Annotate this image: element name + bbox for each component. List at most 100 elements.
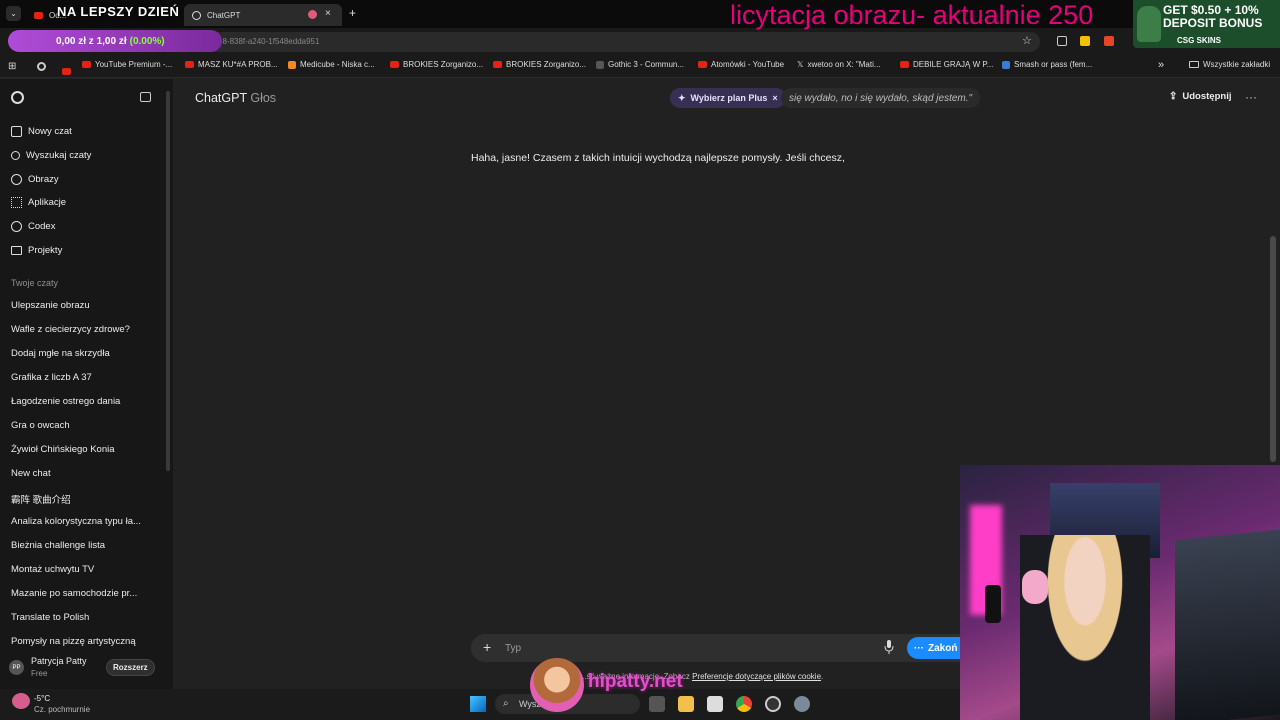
close-icon[interactable]: × (772, 93, 777, 103)
weather-icon[interactable] (12, 693, 30, 709)
end-voice-button[interactable]: ··· Zakoń (907, 637, 967, 659)
choose-plan-button[interactable]: ✦ Wybierz plan Plus × (670, 88, 786, 108)
bookmark-item[interactable]: BROKIES Zorganizo... (493, 60, 586, 69)
bookmark-item[interactable]: Medicube - Niska c... (288, 60, 375, 69)
apps-grid-icon[interactable]: ⊞ (8, 61, 16, 72)
site-icon (288, 60, 296, 69)
chat-list-item[interactable]: Bieżnia challenge lista (11, 540, 105, 551)
code-icon (11, 221, 22, 232)
sidebar-item-label: Wyszukaj czaty (26, 150, 92, 161)
chevron-right-icon[interactable]: » (1158, 59, 1164, 71)
sidebar-item-new-chat[interactable]: Nowy czat (11, 126, 72, 137)
bookmark-item[interactable]: MASZ KU*#A PROB... (185, 60, 278, 69)
page-title[interactable]: ChatGPT Głos (195, 91, 276, 105)
extension-icon[interactable] (1080, 36, 1090, 46)
more-options-icon[interactable]: ··· (1245, 90, 1257, 104)
chat-list-item[interactable]: Wafle z ciecierzycy zdrowe? (11, 324, 130, 335)
folder-icon (1189, 61, 1199, 68)
search-icon (11, 151, 20, 160)
assistant-message: Haha, jasne! Czasem z takich intuicji wy… (471, 152, 845, 164)
bookmark-item[interactable]: Gothic 3 - Commun... (596, 60, 684, 69)
bookmark-item[interactable]: DEBILE GRAJĄ W P... (900, 60, 993, 69)
sidebar-toggle-icon[interactable] (140, 92, 151, 102)
bookmark-item[interactable]: 𝕏xwetoo on X: "Mati... (797, 60, 881, 69)
bookmark-item[interactable]: YouTube Premium -... (82, 60, 172, 69)
chat-list-item[interactable]: Dodaj mgłe na skrzydła (11, 348, 110, 359)
chat-list-item[interactable]: Translate to Polish (11, 612, 89, 623)
task-view-icon[interactable] (649, 696, 665, 712)
streamer-logo-text: hipatty.net (588, 671, 683, 692)
chat-list-item[interactable]: Łagodzenie ostrego dania (11, 396, 120, 407)
start-icon[interactable] (470, 696, 486, 712)
bookmark-label: YouTube Premium -... (95, 60, 173, 69)
youtube-icon (390, 61, 399, 68)
chat-list-item[interactable]: 霸阵 歌曲介绍 (11, 492, 71, 506)
chat-list-item[interactable]: Żywioł Chińskiego Konia (11, 444, 115, 455)
extension-icon[interactable] (1104, 36, 1114, 46)
apps-icon (11, 197, 22, 208)
openai-logo-icon[interactable] (11, 91, 24, 104)
close-tab-icon[interactable]: × (325, 8, 331, 19)
cookie-preferences-link[interactable]: Preferencje dotyczące plików cookie (692, 672, 821, 681)
sidebar-item-projects[interactable]: Projekty (11, 245, 62, 256)
chat-list-item[interactable]: Gra o owcach (11, 420, 70, 431)
obs-icon[interactable] (765, 696, 781, 712)
share-button[interactable]: ⇪ Udostępnij (1169, 91, 1231, 102)
star-icon[interactable]: ☆ (1022, 34, 1032, 47)
site-icon[interactable] (37, 62, 46, 71)
end-label: Zakoń (928, 642, 958, 654)
overlay-title: NA LEPSZY DZIEŃ (57, 4, 180, 19)
chat-list-item[interactable]: Mazanie po samochodzie pr... (11, 588, 137, 599)
donation-goal-bar: 0,00 zł z 1,00 zł (0.00%) (8, 30, 222, 52)
sidebar-item-search[interactable]: Wyszukaj czaty (11, 150, 91, 161)
all-bookmarks-label: Wszystkie zakładki (1203, 60, 1271, 69)
store-icon[interactable] (707, 696, 723, 712)
sidebar-item-apps[interactable]: Aplikacje (11, 197, 66, 208)
tab-chatgpt[interactable]: ChatGPT × (184, 4, 342, 26)
sidebar-item-codex[interactable]: Codex (11, 221, 55, 232)
user-name[interactable]: Patrycja Patty (31, 656, 87, 666)
main-scrollbar[interactable] (1270, 236, 1276, 462)
chat-list-item[interactable]: Pomysły na pizzę artystyczną (11, 636, 136, 647)
plan-label: Wybierz plan Plus (690, 93, 768, 103)
sidebar-item-label: Projekty (28, 245, 63, 256)
extension-icon[interactable] (1057, 36, 1067, 46)
bookmark-label: Gothic 3 - Commun... (608, 60, 685, 69)
bookmark-label: xwetoo on X: "Mati... (807, 60, 881, 69)
sidebar-item-images[interactable]: Obrazy (11, 174, 59, 185)
chat-list-item[interactable]: Montaż uchwytu TV (11, 564, 94, 575)
sparkle-icon: ✦ (678, 92, 686, 103)
banner-brand: CSG SKINS (1177, 36, 1222, 45)
all-bookmarks[interactable]: Wszystkie zakładki (1189, 60, 1270, 69)
user-plan: Free (31, 669, 48, 678)
site-icon (1002, 60, 1010, 69)
chat-list-item[interactable]: Grafika z liczb A 37 (11, 372, 92, 383)
youtube-icon[interactable] (62, 62, 71, 80)
bookmark-item[interactable]: BROKIES Zorganizo... (390, 60, 483, 69)
bookmark-item[interactable]: Smash or pass (fem... (1002, 60, 1092, 69)
weather-temperature[interactable]: -5°C (34, 694, 50, 703)
chat-list-item[interactable]: Analiza kolorystyczna typu ła... (11, 516, 141, 527)
sidebar-item-label: Obrazy (28, 174, 59, 185)
file-explorer-icon[interactable] (678, 696, 694, 712)
streamer (1020, 535, 1150, 720)
new-tab-button[interactable]: + (349, 6, 356, 20)
chrome-icon[interactable] (736, 696, 752, 712)
message-input[interactable] (505, 638, 865, 658)
bookmark-item[interactable]: Atomówki - YouTube (698, 60, 784, 69)
upgrade-button[interactable]: Rozszerz (106, 659, 155, 676)
mascot-icon (1137, 6, 1161, 42)
chat-list-item[interactable]: New chat (11, 468, 51, 479)
donation-amount: 0,00 zł z 1,00 zł (56, 35, 127, 47)
avatar[interactable]: PP (9, 660, 24, 675)
sidebar-scrollbar[interactable] (166, 91, 170, 471)
sidebar: Nowy czat Wyszukaj czaty Obrazy Aplikacj… (0, 79, 173, 689)
donation-percent: (0.00%) (129, 35, 165, 47)
add-attachment-icon[interactable]: + (483, 639, 491, 655)
tab-menu-button[interactable]: ⌄ (6, 6, 21, 21)
microphone-icon[interactable] (884, 640, 894, 654)
settings-icon[interactable] (794, 696, 810, 712)
chat-list-item[interactable]: Ulepszanie obrazu (11, 300, 90, 311)
webcam-feed (960, 465, 1280, 720)
banner-line2: DEPOSIT BONUS (1163, 16, 1263, 30)
